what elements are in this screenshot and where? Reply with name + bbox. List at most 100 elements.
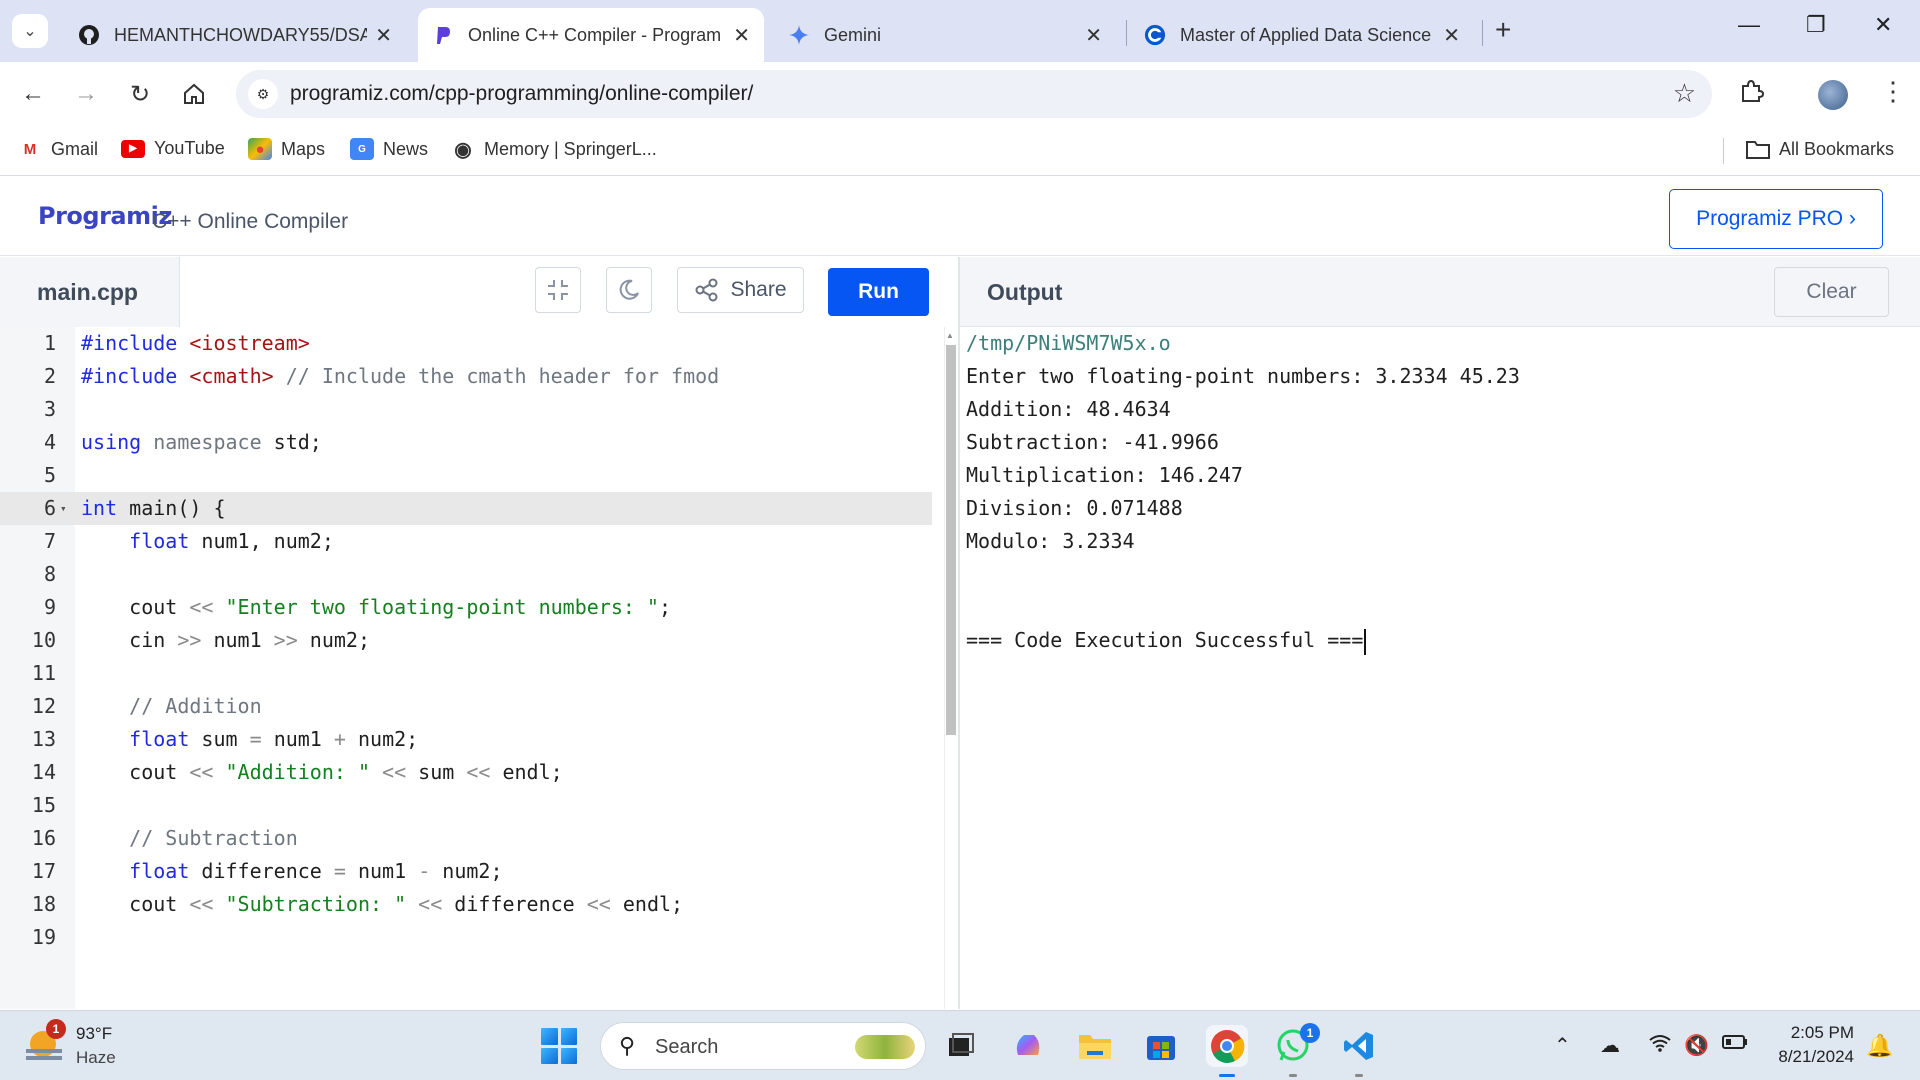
scroll-up-icon[interactable]: ▲ xyxy=(946,331,954,340)
code-line[interactable]: 14 cout << "Addition: " << sum << endl; xyxy=(0,756,932,789)
code-line[interactable]: 3 xyxy=(0,393,932,426)
vscode-icon[interactable] xyxy=(1338,1025,1380,1077)
output-line: Division: 0.071488 xyxy=(966,496,1183,520)
reload-icon[interactable]: ↻ xyxy=(122,76,158,112)
tab-gemini[interactable]: Gemini ✕ xyxy=(774,8,1116,62)
globe-icon: ◉ xyxy=(454,138,472,161)
code-line[interactable]: 11 xyxy=(0,657,932,690)
close-icon[interactable]: ✕ xyxy=(1085,23,1102,48)
code-line[interactable]: 2 #include <cmath> // Include the cmath h… xyxy=(0,360,932,393)
notification-bell-icon[interactable]: 🔔 xyxy=(1866,1033,1893,1059)
bookmark-news[interactable]: G News xyxy=(350,138,428,160)
code-line[interactable]: 8 xyxy=(0,558,932,591)
code-token: num1 xyxy=(273,727,334,751)
code-token: difference xyxy=(201,859,334,883)
code-line[interactable]: 4 using namespace std; xyxy=(0,426,932,459)
output-line: Enter two floating-point numbers: 3.2334… xyxy=(966,364,1520,388)
code-line[interactable]: 9 cout << "Enter two floating-point numb… xyxy=(0,591,932,624)
speaker-muted-icon[interactable]: 🔇 xyxy=(1684,1033,1709,1058)
new-tab-button[interactable]: + xyxy=(1495,14,1511,46)
code-line[interactable]: 5 xyxy=(0,459,932,492)
clock-date[interactable]: 8/21/2024 xyxy=(1770,1047,1854,1067)
code-line[interactable]: 6 ▾ int main() { xyxy=(0,492,932,525)
code-token: << xyxy=(189,892,226,916)
task-view-icon[interactable] xyxy=(940,1025,982,1067)
window-close-icon[interactable]: ✕ xyxy=(1874,12,1892,38)
code-editor[interactable]: 1 #include <iostream> 2 #include <cmath> //… xyxy=(0,327,958,1009)
code-token: cout xyxy=(81,760,190,784)
fold-arrow-icon[interactable]: ▾ xyxy=(60,492,67,525)
tab-coursera[interactable]: Master of Applied Data Science ✕ xyxy=(1130,8,1474,62)
clock-time[interactable]: 2:05 PM xyxy=(1776,1023,1854,1043)
code-line[interactable]: 15 xyxy=(0,789,932,822)
file-explorer-icon[interactable] xyxy=(1074,1025,1116,1067)
code-line[interactable]: 17 float difference = num1 - num2; xyxy=(0,855,932,888)
fullscreen-collapse-button[interactable] xyxy=(535,267,581,313)
status-text: === Code Execution Successful === xyxy=(966,628,1364,652)
line-number: 17 xyxy=(31,859,56,883)
share-button[interactable]: Share xyxy=(677,267,804,313)
restore-icon[interactable]: ❐ xyxy=(1806,12,1826,38)
bookmark-youtube[interactable]: ▶ YouTube xyxy=(121,138,225,159)
address-bar[interactable]: ⚙ programiz.com/cpp-programming/online-c… xyxy=(236,70,1712,118)
bookmark-springer[interactable]: ◉ Memory | SpringerL... xyxy=(451,138,656,161)
output-console[interactable]: /tmp/PNiWSM7W5x.o Enter two floating-poi… xyxy=(960,327,1920,1009)
home-icon[interactable] xyxy=(176,76,212,112)
code-line[interactable]: 16 // Subtraction xyxy=(0,822,932,855)
code-token: difference xyxy=(454,892,587,916)
minimize-icon[interactable]: — xyxy=(1738,12,1760,38)
menu-kebab-icon[interactable]: ⋮ xyxy=(1880,76,1906,107)
back-arrow-icon[interactable]: ← xyxy=(15,76,51,112)
dark-mode-button[interactable] xyxy=(606,267,652,313)
code-line[interactable]: 1 #include <iostream> xyxy=(0,327,932,360)
close-icon[interactable]: ✕ xyxy=(1443,23,1460,48)
code-token: // Include the cmath header for fmod xyxy=(273,364,720,388)
code-line[interactable]: 13 float sum = num1 + num2; xyxy=(0,723,932,756)
line-number: 6 xyxy=(43,496,56,520)
tab-github[interactable]: HEMANTHCHOWDARY55/DSAC ✕ xyxy=(64,8,406,62)
weather-temperature[interactable]: 93°F xyxy=(76,1024,112,1044)
bookmark-maps[interactable]: ● Maps xyxy=(248,138,325,160)
profile-avatar[interactable] xyxy=(1818,80,1848,110)
github-icon xyxy=(78,24,100,46)
code-line[interactable]: 7 float num1, num2; xyxy=(0,525,932,558)
wifi-icon[interactable] xyxy=(1648,1033,1672,1059)
code-line[interactable]: 18 cout << "Subtraction: " << difference… xyxy=(0,888,932,921)
tab-programiz[interactable]: Online C++ Compiler - Program ✕ xyxy=(418,8,764,62)
site-settings-icon[interactable]: ⚙ xyxy=(248,79,278,109)
bookmark-gmail[interactable]: M Gmail xyxy=(18,138,98,160)
windows-start-icon[interactable] xyxy=(541,1028,577,1064)
programiz-pro-button[interactable]: Programiz PRO › xyxy=(1669,189,1883,249)
output-title: Output xyxy=(987,279,1063,305)
tab-search-button[interactable]: ⌄ xyxy=(12,14,48,48)
chrome-icon[interactable] xyxy=(1206,1025,1248,1077)
all-bookmarks[interactable]: All Bookmarks xyxy=(1746,138,1894,160)
editor-scrollbar-thumb[interactable] xyxy=(946,345,956,735)
weather-description[interactable]: Haze xyxy=(76,1048,116,1068)
taskbar-search[interactable]: ⚲ Search xyxy=(600,1022,926,1070)
tab-title: Master of Applied Data Science xyxy=(1180,24,1432,45)
programiz-icon xyxy=(432,24,454,46)
code-line[interactable]: 12 // Addition xyxy=(0,690,932,723)
battery-icon[interactable] xyxy=(1722,1033,1748,1056)
bookmark-star-icon[interactable]: ☆ xyxy=(1673,78,1696,109)
code-line[interactable]: 10 cin >> num1 >> num2; xyxy=(0,624,932,657)
copilot-icon[interactable] xyxy=(1008,1025,1050,1067)
code-line[interactable]: 19 xyxy=(0,921,932,954)
line-number: 8 xyxy=(43,562,56,586)
run-button[interactable]: Run xyxy=(828,268,929,316)
onedrive-cloud-icon[interactable]: ☁ xyxy=(1600,1033,1620,1058)
line-number: 2 xyxy=(43,364,56,388)
code-token: num1, num2; xyxy=(201,529,334,553)
forward-arrow-icon[interactable]: → xyxy=(68,76,104,112)
close-icon[interactable]: ✕ xyxy=(375,23,392,48)
extensions-icon[interactable] xyxy=(1738,78,1765,111)
file-tab[interactable]: main.cpp xyxy=(0,257,180,327)
close-icon[interactable]: ✕ xyxy=(733,23,750,48)
code-text: cout << "Addition: " << sum << endl; xyxy=(81,756,563,789)
microsoft-store-icon[interactable] xyxy=(1140,1025,1182,1067)
clear-button[interactable]: Clear xyxy=(1774,267,1889,317)
chevron-up-icon[interactable]: ⌃ xyxy=(1554,1033,1571,1058)
